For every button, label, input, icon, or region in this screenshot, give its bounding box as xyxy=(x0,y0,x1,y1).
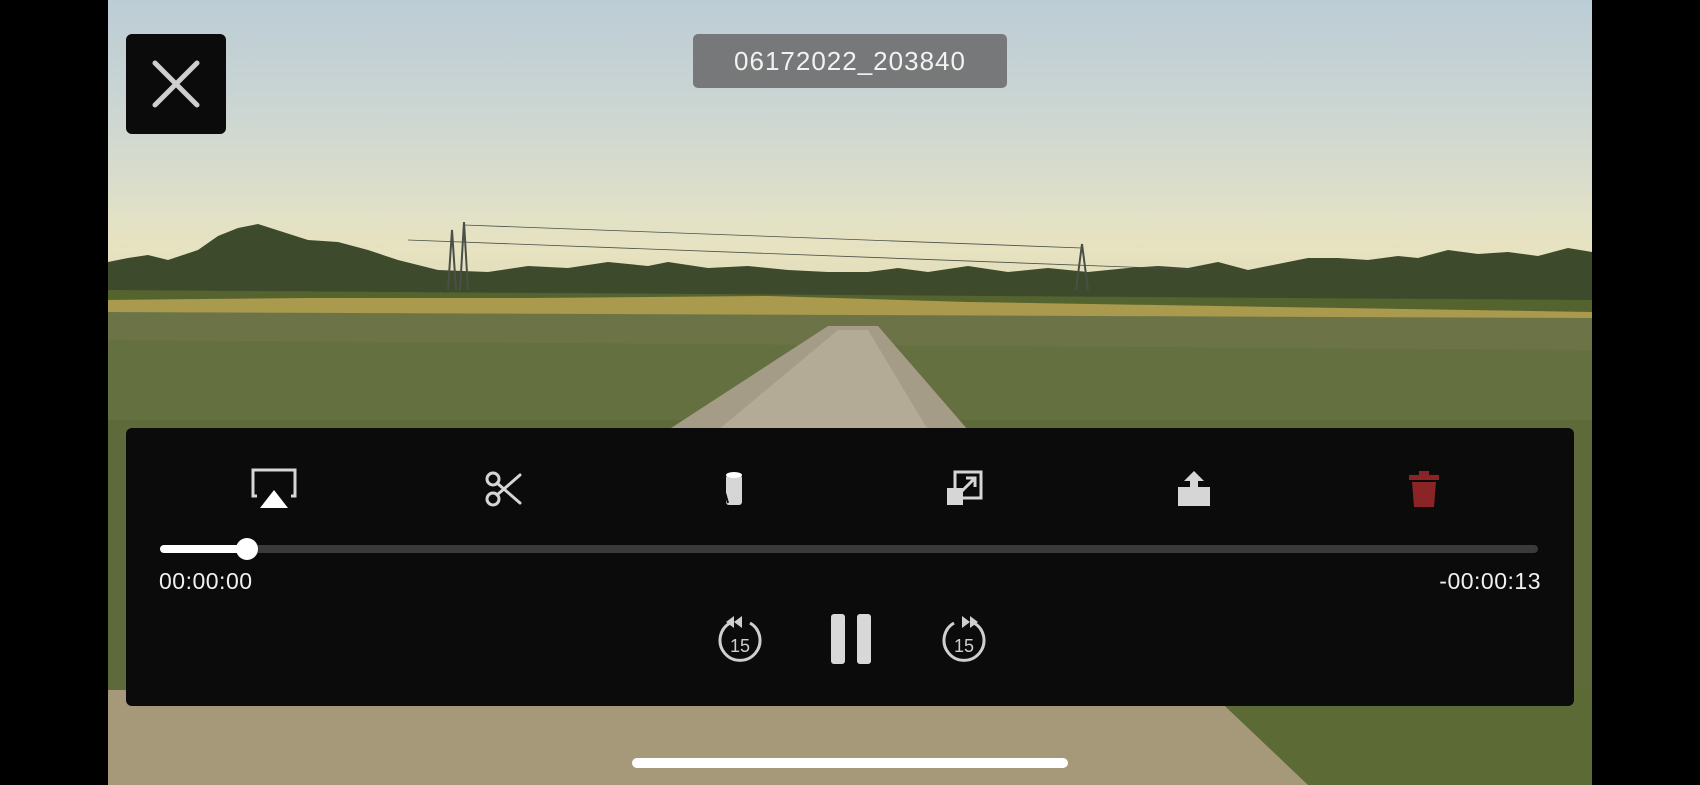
skip-forward-15-icon: 15 xyxy=(942,616,986,662)
skip-back-15-icon: 15 xyxy=(718,616,762,662)
scissors-icon xyxy=(485,471,522,507)
delete-button[interactable] xyxy=(1394,462,1454,516)
pause-button[interactable] xyxy=(826,604,876,674)
can-icon xyxy=(722,472,742,505)
elapsed-time: 00:00:00 xyxy=(159,568,253,594)
share-button[interactable] xyxy=(1164,462,1224,516)
progress-slider[interactable] xyxy=(160,538,1538,560)
playback-panel: 00:00:00 -00:00:13 15 15 xyxy=(126,428,1574,706)
home-indicator[interactable] xyxy=(632,758,1068,768)
resize-button[interactable] xyxy=(934,462,994,516)
video-title: 06172022_203840 xyxy=(693,34,1007,88)
skip-forward-button[interactable]: 15 xyxy=(936,604,992,674)
share-icon xyxy=(1178,471,1210,506)
airplay-button[interactable] xyxy=(244,462,304,516)
airplay-icon xyxy=(251,468,297,508)
progress-fill xyxy=(160,545,247,553)
trim-button[interactable] xyxy=(474,462,534,516)
skip-back-button[interactable]: 15 xyxy=(712,604,768,674)
svg-text:15: 15 xyxy=(730,636,750,656)
close-icon xyxy=(152,60,200,108)
remaining-time: -00:00:13 xyxy=(1439,568,1541,594)
svg-text:15: 15 xyxy=(954,636,974,656)
progress-thumb[interactable] xyxy=(235,538,258,560)
pause-icon xyxy=(831,614,871,664)
close-button[interactable] xyxy=(126,34,226,134)
resize-icon xyxy=(947,470,983,505)
can-button[interactable] xyxy=(704,462,764,516)
trash-icon xyxy=(1409,471,1439,507)
